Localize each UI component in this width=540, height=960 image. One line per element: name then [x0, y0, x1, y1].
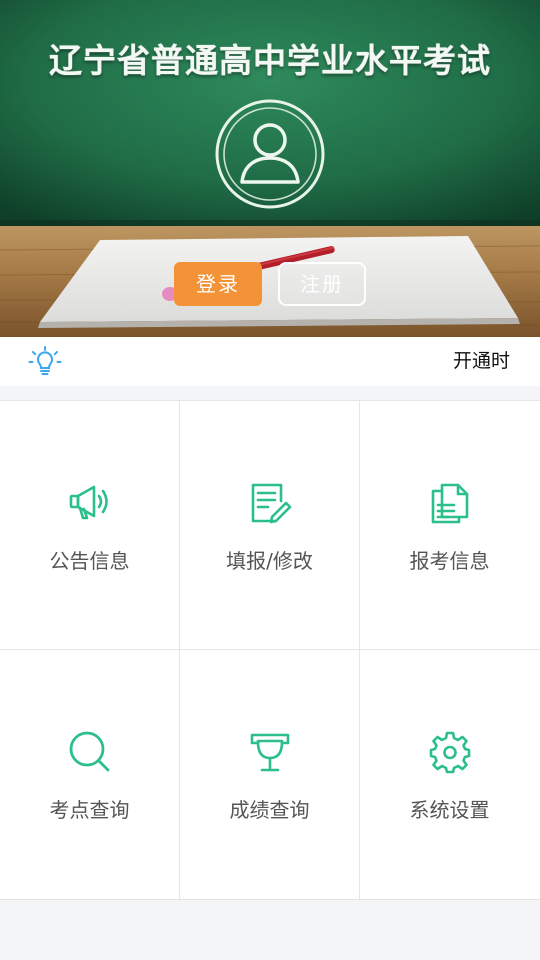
user-avatar-icon[interactable] — [214, 98, 326, 210]
megaphone-icon — [69, 485, 108, 520]
menu-item-system-settings[interactable]: 系统设置 — [360, 650, 539, 898]
menu-item-exam-site-lookup[interactable]: 考点查询 — [0, 650, 179, 898]
gear-icon — [429, 731, 471, 774]
menu-item-fill-edit[interactable]: 填报/修改 — [180, 401, 359, 649]
menu-grid: 公告信息 填报/修改 报考信息 考点查询 成绩查询 系统设置 — [0, 400, 540, 900]
menu-label: 考点查询 — [49, 798, 130, 822]
notice-bar[interactable]: 开通时 — [0, 337, 540, 386]
menu-item-registration-info[interactable]: 报考信息 — [360, 401, 539, 649]
menu-label: 成绩查询 — [229, 798, 310, 822]
hero-banner: 辽宁省普通高中学业水平考试 登录 注册 — [0, 0, 540, 337]
menu-label: 公告信息 — [49, 549, 130, 573]
menu-label: 报考信息 — [409, 549, 490, 573]
menu-item-announcements[interactable]: 公告信息 — [0, 401, 179, 649]
menu-item-score-lookup[interactable]: 成绩查询 — [180, 650, 359, 898]
login-button[interactable]: 登录 — [174, 262, 262, 306]
menu-label: 填报/修改 — [226, 549, 313, 573]
app-root: 辽宁省普通高中学业水平考试 登录 注册 开通时 公告信息 填报/修改 报考信息 … — [0, 0, 540, 960]
trophy-icon — [250, 733, 290, 772]
notice-text: 开通时 — [452, 350, 510, 372]
auth-buttons: 登录 注册 — [0, 262, 540, 308]
documents-icon — [431, 483, 469, 524]
hero-title: 辽宁省普通高中学业水平考试 — [49, 41, 491, 80]
search-icon — [69, 731, 110, 772]
lightbulb-icon — [28, 346, 62, 375]
edit-form-icon — [251, 483, 292, 524]
register-button[interactable]: 注册 — [278, 262, 366, 306]
menu-label: 系统设置 — [409, 798, 490, 822]
